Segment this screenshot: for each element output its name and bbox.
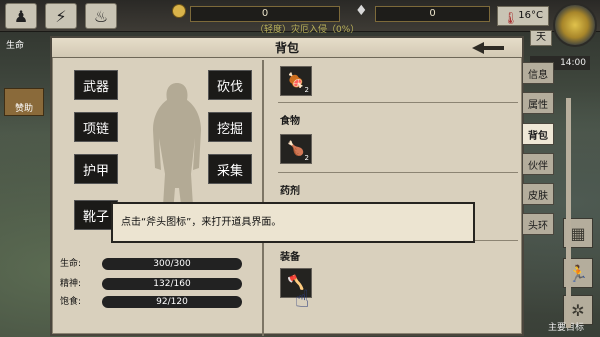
diamond-icon: ♦	[355, 3, 368, 19]
inventory-item-meat-slot[interactable]: 🍖 2	[280, 66, 312, 96]
sponsor-badge[interactable]: 赞助	[4, 88, 44, 116]
tab-companion[interactable]: 伙伴	[522, 153, 554, 175]
section-medicine: 药剂	[280, 186, 300, 197]
stat-health-bar: 300/300	[102, 258, 242, 270]
slot-chopping[interactable]: 砍伐	[208, 70, 252, 100]
section-divider	[278, 172, 518, 173]
inventory-scrollbar[interactable]	[566, 98, 571, 328]
inventory-panel: 背包 武器 项链 护甲 靴子 砍伐 挖掘 采集 生命: 300/300 精神: …	[50, 36, 571, 336]
temperature-display: 🌡 16°C	[497, 6, 549, 26]
temperature-value: 16°C	[518, 10, 543, 21]
tab-headband[interactable]: 头环	[522, 213, 554, 235]
energy-icon[interactable]: ⚡	[45, 3, 77, 29]
close-arrow-icon[interactable]	[472, 41, 504, 55]
top-hud: ♟ ⚡ ♨ 0 ♦ 0 （轻度）灾厄入侵（0%） 🌡 16°C	[0, 0, 600, 35]
tab-backpack[interactable]: 背包	[522, 123, 554, 145]
pointing-hand-icon: ☝	[295, 285, 310, 313]
slot-necklace[interactable]: 项链	[74, 112, 118, 142]
tab-skin[interactable]: 皮肤	[522, 183, 554, 205]
hud-life-label: 生命	[6, 41, 25, 51]
panel-divider	[262, 60, 264, 336]
day-label: 天	[530, 30, 552, 46]
gold-coin-icon	[172, 4, 186, 18]
player-portrait-icon[interactable]: ♟	[5, 3, 37, 29]
stat-hunger-label: 饱食:	[60, 297, 82, 307]
stat-health-label: 生命:	[60, 259, 82, 269]
item-count: 2	[304, 154, 309, 162]
item-count: 2	[304, 86, 309, 94]
gem-counter: 0	[375, 6, 490, 22]
thermometer-icon: 🌡	[503, 11, 519, 25]
stat-spirit-bar: 132/160	[102, 278, 242, 290]
section-food: 食物	[280, 116, 300, 127]
stat-hunger-bar: 92/120	[102, 296, 242, 308]
slot-gathering[interactable]: 采集	[208, 154, 252, 184]
tutorial-tooltip: 点击“斧头图标”，来打开道具界面。	[111, 202, 475, 243]
tab-info[interactable]: 信息	[522, 62, 554, 84]
tab-attributes[interactable]: 属性	[522, 92, 554, 114]
slot-digging[interactable]: 挖掘	[208, 112, 252, 142]
stat-spirit-label: 精神:	[60, 279, 82, 289]
gold-counter: 0	[190, 6, 340, 22]
section-divider	[278, 102, 518, 103]
cook-pot-icon[interactable]: ♨	[85, 3, 117, 29]
slot-armor[interactable]: 护甲	[74, 154, 118, 184]
slot-weapon[interactable]: 武器	[74, 70, 118, 100]
inventory-item-food-slot[interactable]: 🍗 2	[280, 134, 312, 164]
invasion-status-text: （轻度）灾厄入侵（0%）	[255, 25, 360, 35]
section-equipment: 装备	[280, 252, 300, 263]
panel-title: 背包	[52, 38, 522, 58]
day-cycle-sun-icon	[553, 3, 597, 47]
